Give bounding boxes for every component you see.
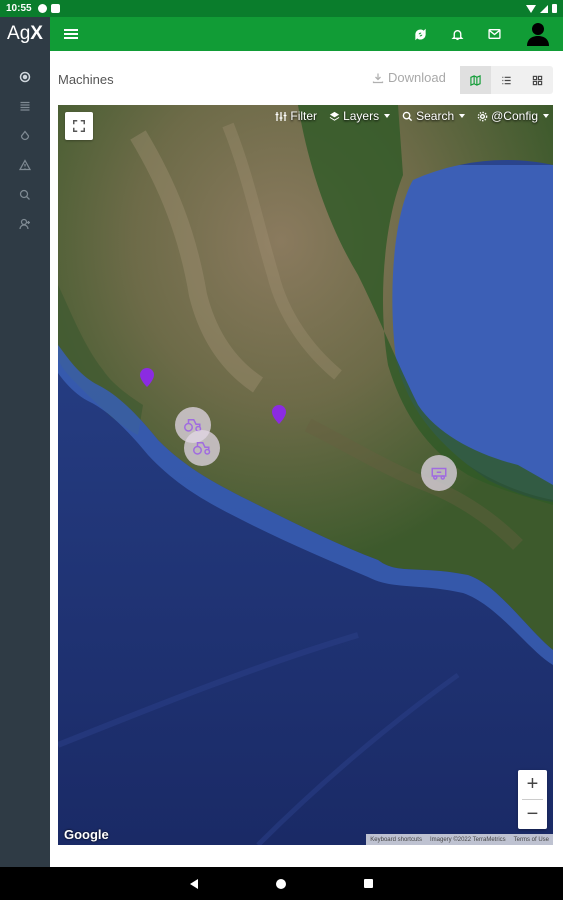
filter-button[interactable]: Filter — [275, 109, 317, 123]
layers-icon — [329, 111, 340, 121]
list-icon — [502, 76, 511, 84]
sidebar-item-list[interactable] — [0, 92, 50, 122]
mail-icon — [488, 28, 501, 40]
signal-icon — [540, 4, 548, 13]
bell-icon — [451, 29, 464, 40]
imagery-credit: Imagery ©2022 TerraMetrics — [429, 836, 506, 843]
battery-icon — [552, 4, 557, 13]
zoom-out-button[interactable]: − — [518, 800, 547, 829]
machines-map[interactable]: Filter Layers Search @Config + − Google … — [58, 105, 553, 845]
logo-prefix: Ag — [7, 23, 31, 44]
filter-icon — [275, 111, 287, 121]
map-view-button[interactable] — [460, 66, 491, 94]
location-pin-marker[interactable] — [272, 405, 286, 424]
storage-icon — [50, 4, 60, 13]
notifications-button[interactable] — [439, 17, 476, 51]
app-logo: Ag X — [0, 17, 50, 51]
content-area: Machines Download Filter Layers Search @… — [50, 51, 563, 867]
tractor-icon — [193, 442, 211, 455]
location-pin-marker[interactable] — [140, 368, 154, 387]
alert-icon — [19, 159, 31, 171]
page-title: Machines — [58, 72, 114, 87]
keyboard-shortcuts-link[interactable]: Keyboard shortcuts — [366, 837, 426, 843]
download-label: Download — [388, 70, 446, 85]
search-icon — [19, 189, 30, 200]
google-logo: Google — [64, 827, 109, 842]
wifi-icon — [526, 4, 536, 13]
map-icon — [470, 74, 481, 86]
view-toggle — [460, 66, 553, 94]
back-icon[interactable] — [190, 878, 198, 889]
map-toolbar: Filter Layers Search @Config — [275, 109, 549, 123]
app-header: Ag X — [0, 17, 563, 51]
grid-icon — [532, 75, 543, 85]
system-nav-bar — [0, 867, 563, 900]
app-notification-icon — [37, 4, 47, 13]
status-bar: 10:55 — [0, 0, 563, 17]
refresh-button[interactable] — [402, 17, 439, 51]
list-view-button[interactable] — [491, 66, 522, 94]
search-dropdown[interactable]: Search — [402, 109, 466, 123]
status-time: 10:55 — [6, 3, 32, 14]
recent-apps-icon[interactable] — [364, 879, 373, 888]
hamburger-menu-button[interactable] — [64, 29, 78, 39]
grid-view-button[interactable] — [522, 66, 553, 94]
user-menu-button[interactable] — [513, 17, 563, 51]
fullscreen-icon — [73, 120, 85, 132]
chevron-down-icon — [384, 114, 391, 118]
machine-cluster-marker[interactable] — [421, 455, 457, 491]
machine-icon — [431, 467, 447, 480]
layers-dropdown[interactable]: Layers — [329, 109, 391, 123]
satellite-imagery — [58, 105, 553, 845]
sidebar-item-fields[interactable] — [0, 121, 50, 151]
machine-cluster-marker[interactable] — [184, 430, 220, 466]
home-icon[interactable] — [276, 878, 286, 889]
logo-suffix: X — [30, 23, 43, 44]
layers-label: Layers — [343, 109, 380, 123]
dashboard-icon — [19, 71, 31, 82]
chevron-down-icon — [459, 114, 466, 118]
messages-button[interactable] — [476, 17, 513, 51]
gear-icon — [477, 111, 488, 121]
config-label: @Config — [491, 109, 538, 123]
sidebar-item-users[interactable] — [0, 210, 50, 240]
droplet-icon — [20, 130, 30, 140]
search-icon — [402, 111, 413, 121]
fullscreen-button[interactable] — [65, 112, 93, 140]
map-attribution: Keyboard shortcuts Imagery ©2022 TerraMe… — [366, 834, 553, 845]
download-button[interactable]: Download — [372, 70, 446, 85]
sidebar-item-dashboard[interactable] — [0, 62, 50, 92]
machines-panel: Machines Download Filter Layers Search @… — [50, 51, 563, 867]
zoom-control: + − — [518, 770, 547, 829]
chevron-down-icon — [543, 114, 549, 118]
list-icon — [20, 102, 30, 111]
config-dropdown[interactable]: @Config — [477, 109, 549, 123]
download-icon — [372, 73, 384, 83]
search-label: Search — [416, 109, 455, 123]
user-icon — [19, 219, 30, 230]
sidebar-item-alerts[interactable] — [0, 151, 50, 181]
zoom-in-button[interactable]: + — [518, 770, 547, 799]
terms-link[interactable]: Terms of Use — [510, 837, 553, 843]
refresh-icon — [415, 28, 426, 40]
sidebar-item-search[interactable] — [0, 180, 50, 210]
filter-label: Filter — [290, 109, 318, 123]
user-avatar-icon — [527, 23, 549, 46]
sidebar — [0, 51, 50, 867]
